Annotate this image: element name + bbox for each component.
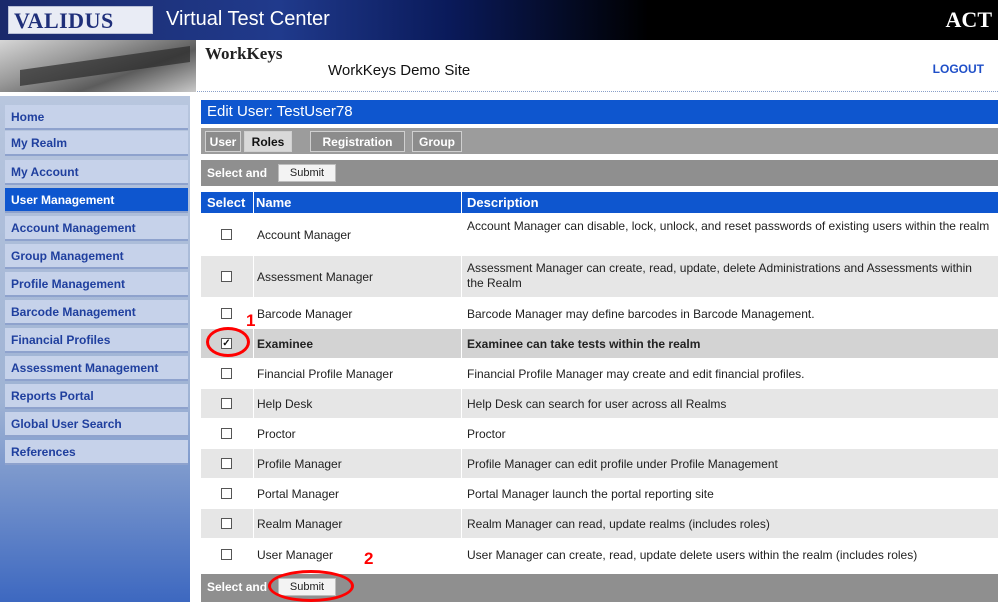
sidebar-item-account-management[interactable]: Account Management — [5, 216, 188, 241]
sidebar-item-financial-profiles[interactable]: Financial Profiles — [5, 328, 188, 353]
table-row: Portal Manager Portal Manager launch the … — [201, 479, 998, 509]
sidebar-item-profile-management[interactable]: Profile Management — [5, 272, 188, 297]
toolbar-label-bottom: Select and — [207, 580, 268, 594]
role-checkbox[interactable] — [221, 368, 232, 379]
sidebar-item-global-user-search[interactable]: Global User Search — [5, 412, 188, 437]
col-description-header: Description — [467, 195, 539, 210]
role-description: User Manager can create, read, update de… — [467, 548, 918, 562]
site-name: WorkKeys Demo Site — [328, 62, 471, 79]
tab-registration[interactable]: Registration — [310, 131, 405, 152]
role-checkbox[interactable] — [221, 458, 232, 469]
tab-user[interactable]: User — [205, 131, 241, 152]
sidebar-item-references[interactable]: References — [5, 440, 188, 465]
annotation-number-2: 2 — [364, 549, 374, 568]
table-row: User Manager User Manager can create, rea… — [201, 539, 998, 571]
role-description: Assessment Manager can create, read, upd… — [467, 261, 972, 290]
sidebar-item-reports-portal[interactable]: Reports Portal — [5, 384, 188, 409]
role-description: Financial Profile Manager may create and… — [467, 367, 805, 381]
annotation-circle-checkbox — [206, 327, 250, 357]
table-row: Barcode Manager Barcode Manager may defin… — [201, 298, 998, 329]
app-title: Virtual Test Center — [166, 8, 330, 30]
col-name-header: Name — [256, 195, 292, 210]
role-description: Portal Manager launch the portal reporti… — [467, 487, 714, 501]
annotation-number-1: 1 — [246, 311, 256, 330]
role-name: User Manager — [257, 548, 334, 562]
sidebar-item-my-account[interactable]: My Account — [5, 160, 188, 185]
role-name: Realm Manager — [257, 517, 343, 531]
table-row: Examinee Examinee can take tests within t… — [201, 329, 998, 359]
col-select-header: Select — [207, 195, 246, 210]
role-description: Realm Manager can read, update realms (i… — [467, 517, 770, 531]
table-row: Financial Profile Manager Financial Profi… — [201, 359, 998, 389]
table-row: Assessment Manager Assessment Manager can… — [201, 256, 998, 298]
role-description: Barcode Manager may define barcodes in B… — [467, 307, 815, 321]
role-checkbox[interactable] — [221, 488, 232, 499]
role-checkbox[interactable] — [221, 428, 232, 439]
role-checkbox[interactable] — [221, 398, 232, 409]
role-name: Proctor — [257, 427, 296, 441]
submit-button-top[interactable]: Submit — [278, 164, 336, 182]
table-row: Profile Manager Profile Manager can edit … — [201, 449, 998, 479]
annotation-circle-submit — [268, 570, 354, 602]
tab-roles[interactable]: Roles — [244, 131, 292, 152]
table-row: Help Desk Help Desk can search for user a… — [201, 389, 998, 419]
column-divider — [253, 192, 254, 572]
page-title: Edit User: TestUser78 — [201, 100, 998, 124]
validus-logo-text: VALIDUS — [14, 8, 114, 33]
column-divider — [461, 192, 462, 572]
sidebar-item-assessment-management[interactable]: Assessment Management — [5, 356, 188, 381]
role-checkbox[interactable] — [221, 308, 232, 319]
workkeys-logo: WorkKeys — [205, 44, 283, 63]
sidebar-item-user-management[interactable]: User Management — [5, 188, 188, 213]
role-name: Assessment Manager — [257, 270, 374, 284]
role-description: Account Manager can disable, lock, unloc… — [467, 219, 990, 233]
sidebar-item-barcode-management[interactable]: Barcode Management — [5, 300, 188, 325]
sidebar-item-my-realm[interactable]: My Realm — [5, 131, 188, 156]
role-name: Portal Manager — [257, 487, 340, 501]
tab-group[interactable]: Group — [412, 131, 462, 152]
table-row: Realm Manager Realm Manager can read, upd… — [201, 509, 998, 539]
role-name: Financial Profile Manager — [257, 367, 394, 381]
role-name: Profile Manager — [257, 457, 342, 471]
role-checkbox[interactable] — [221, 229, 232, 240]
sidebar-item-home[interactable]: Home — [5, 105, 188, 130]
table-row: Account Manager Account Manager can disab… — [201, 214, 998, 256]
logout-link[interactable]: LOGOUT — [933, 62, 984, 76]
role-description: Examinee can take tests within the realm — [467, 337, 701, 351]
table-header: Select Name Description — [201, 192, 998, 213]
role-checkbox[interactable] — [221, 271, 232, 282]
toolbar-label-top: Select and — [207, 166, 268, 180]
sidebar-item-group-management[interactable]: Group Management — [5, 244, 188, 269]
role-checkbox[interactable] — [221, 518, 232, 529]
role-description: Help Desk can search for user across all… — [467, 397, 727, 411]
act-logo: ACT — [945, 7, 992, 32]
role-name: Help Desk — [257, 397, 313, 411]
role-description: Proctor — [467, 427, 506, 441]
table-row: Proctor Proctor — [201, 419, 998, 449]
role-name: Barcode Manager — [257, 307, 353, 321]
role-name: Examinee — [257, 337, 314, 351]
role-checkbox[interactable] — [221, 549, 232, 560]
role-name: Account Manager — [257, 228, 352, 242]
role-description: Profile Manager can edit profile under P… — [467, 457, 778, 471]
